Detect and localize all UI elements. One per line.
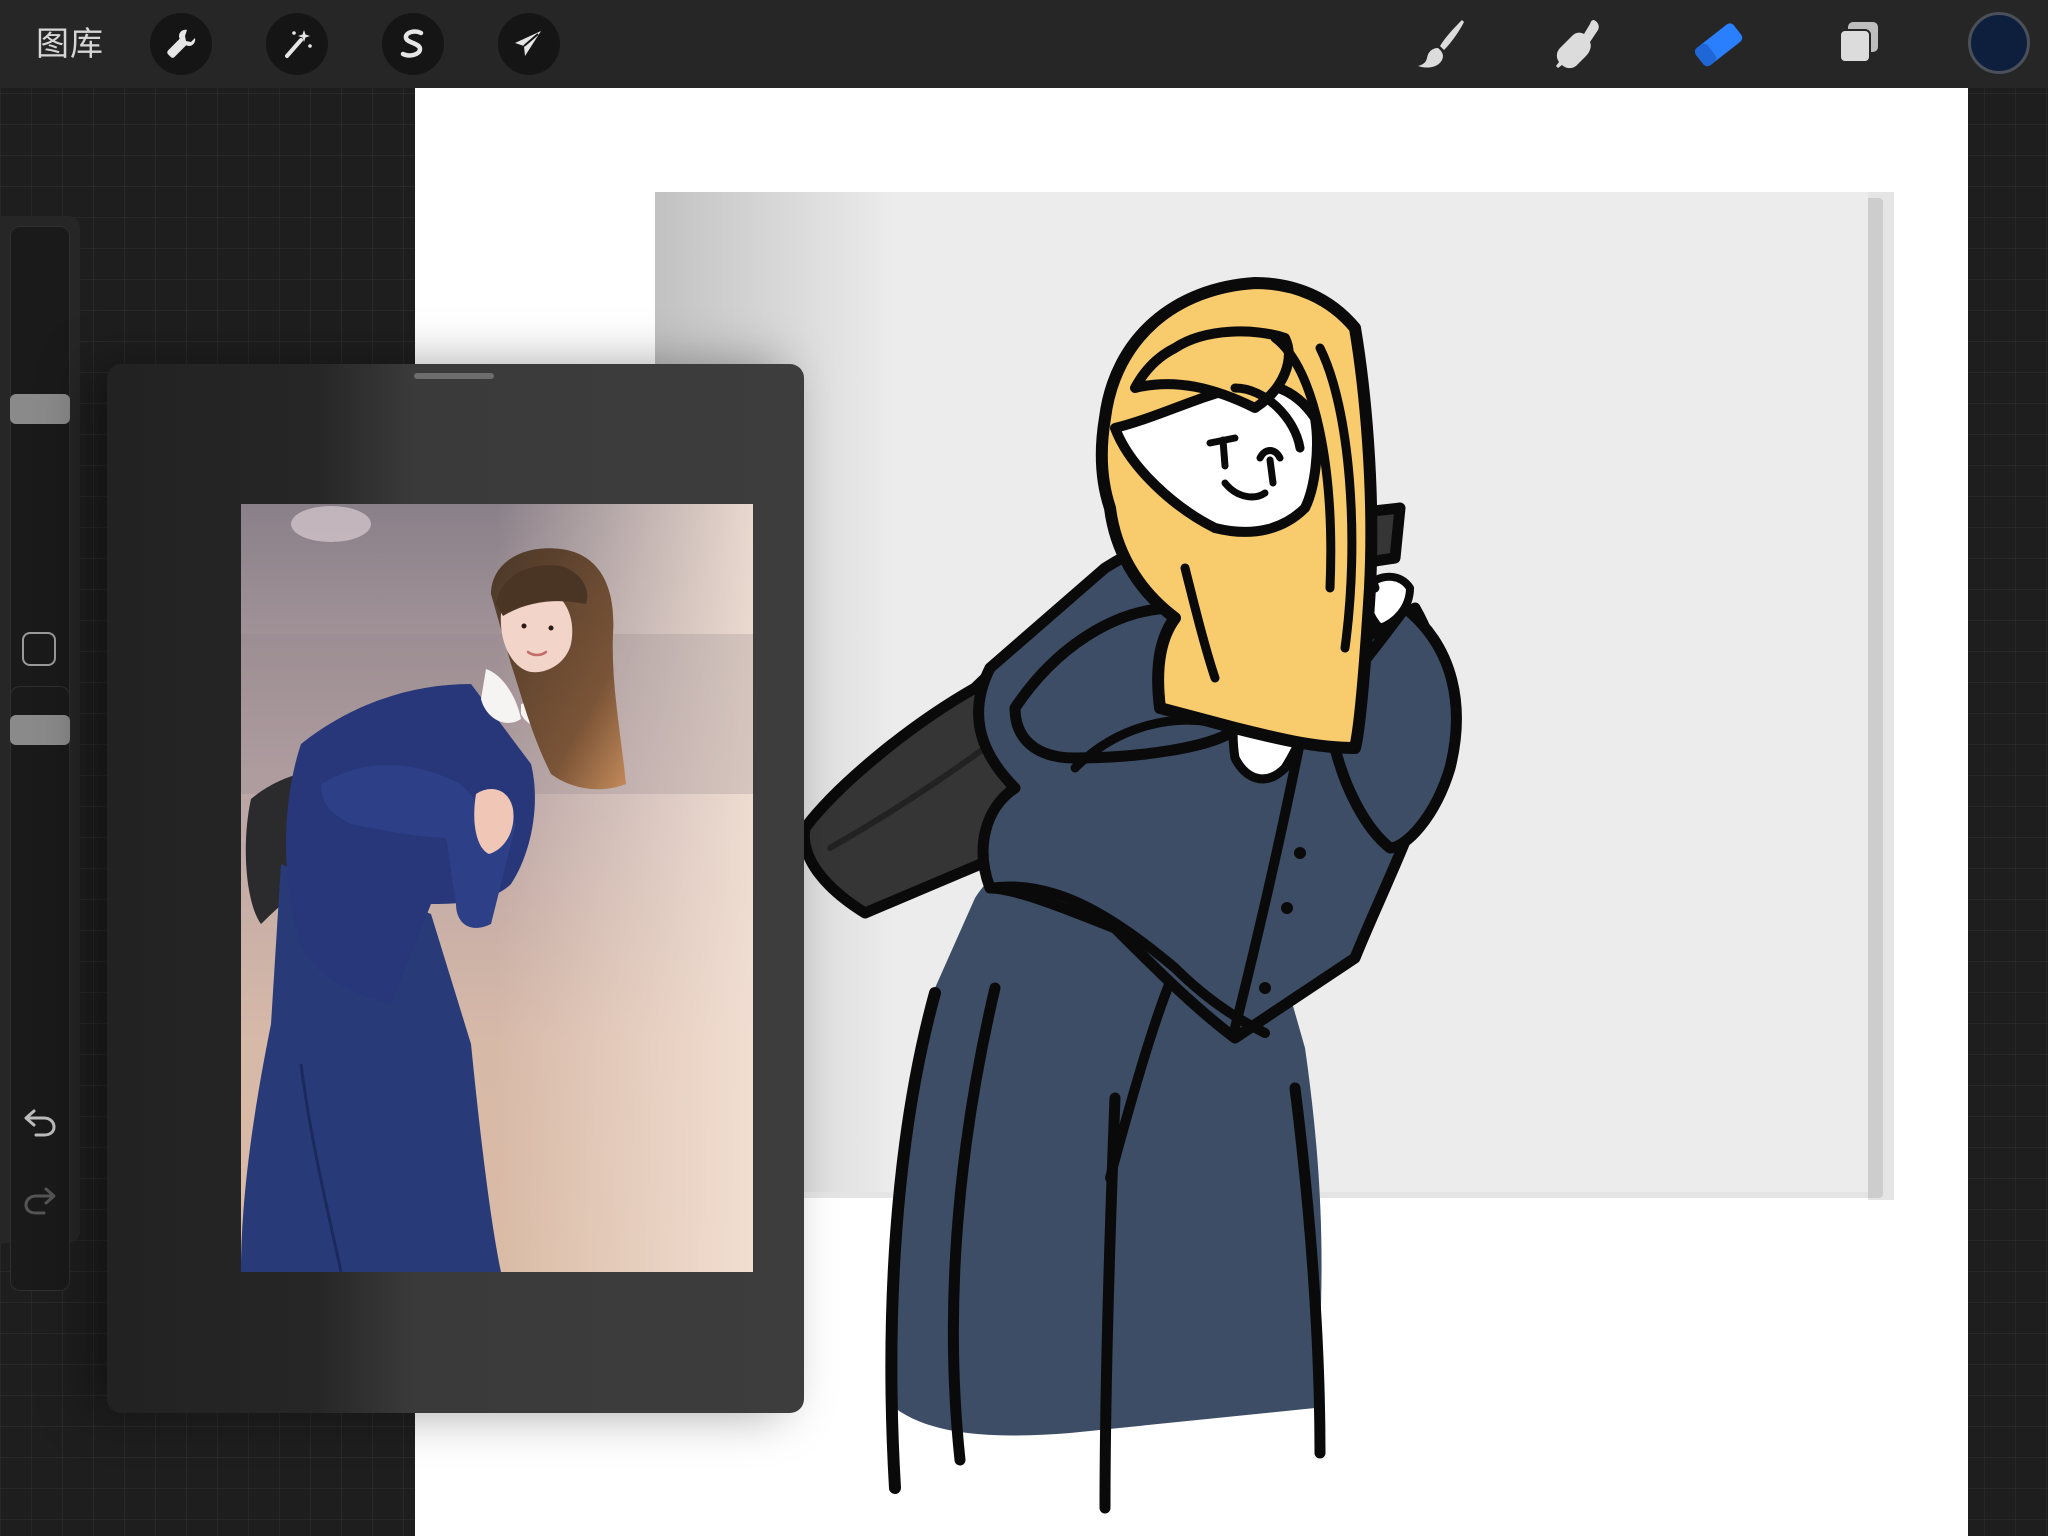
actions-button[interactable]	[150, 13, 212, 75]
reference-photo	[241, 504, 753, 1272]
procreate-app: 图库	[0, 0, 2048, 1536]
adjustments-button[interactable]	[266, 13, 328, 75]
brush-size-handle[interactable]	[10, 393, 70, 424]
color-picker-button[interactable]	[1968, 12, 2030, 74]
arrow-cursor-icon	[515, 31, 541, 56]
layers-button[interactable]	[1830, 16, 1890, 72]
reference-photo-art	[241, 504, 753, 1272]
gallery-button[interactable]: 图库	[36, 22, 104, 66]
redo-arrow-icon	[24, 1187, 56, 1215]
selection-button[interactable]	[382, 13, 444, 75]
layers-icon	[1839, 22, 1878, 63]
transform-button[interactable]	[498, 13, 560, 75]
left-sidebar	[0, 216, 80, 1291]
opacity-handle[interactable]	[10, 714, 70, 745]
erase-button[interactable]	[1688, 16, 1748, 72]
eraser-icon	[1694, 23, 1743, 67]
wrench-icon	[167, 29, 196, 58]
redo-button[interactable]	[18, 1180, 62, 1220]
undo-arrow-icon	[24, 1109, 56, 1137]
smudge-button[interactable]	[1548, 16, 1608, 72]
reference-panel[interactable]	[107, 364, 804, 1413]
panel-grabber[interactable]	[414, 373, 494, 379]
paint-button[interactable]	[1410, 16, 1470, 72]
undo-button[interactable]	[18, 1102, 62, 1142]
smudge-finger-icon	[1556, 20, 1599, 69]
top-toolbar: 图库	[0, 0, 2048, 88]
magic-wand-icon	[285, 30, 312, 58]
brush-icon	[1418, 20, 1464, 68]
modify-button[interactable]	[22, 632, 56, 666]
selection-s-icon	[400, 29, 424, 58]
